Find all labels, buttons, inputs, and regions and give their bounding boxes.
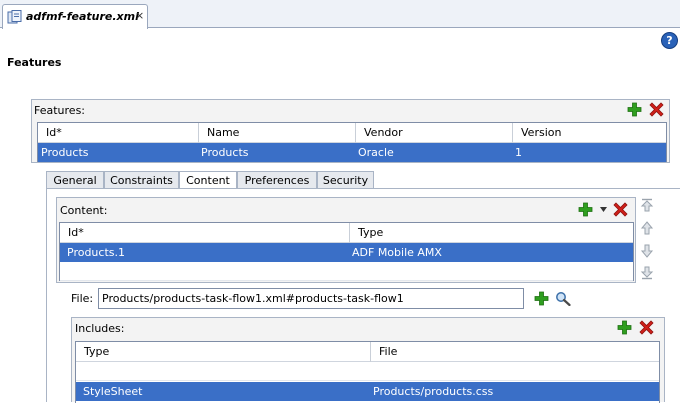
move-up-icon[interactable] [640,221,654,235]
content-label: Content: [60,204,108,217]
content-table-header: Id* Type [60,223,633,243]
move-down-icon[interactable] [640,244,654,258]
tab-preferences[interactable]: Preferences [237,171,317,189]
tab-general[interactable]: General [46,171,104,189]
editor-tab-strip: adfmf-feature.xml × [0,0,680,29]
delete-include-icon[interactable] [639,320,654,335]
feature-version-cell: 1 [515,146,522,159]
features-panel: Features: Id* Name Vendor Version Produc… [31,99,670,163]
list-item[interactable] [76,362,659,381]
tab-security[interactable]: Security [317,171,374,189]
search-icon[interactable] [555,291,571,306]
xml-file-icon [7,10,22,24]
feature-id-cell: Products [41,146,89,159]
features-col-version[interactable]: Version [513,123,668,143]
includes-table-header: Type File [76,342,659,362]
content-id-cell: Products.1 [67,246,125,259]
features-label: Features: [34,104,86,117]
file-label: File: [71,292,94,305]
feature-vendor-cell: Oracle [358,146,394,159]
close-tab-icon[interactable]: × [135,9,144,22]
delete-feature-icon[interactable] [649,102,664,117]
add-content-icon[interactable] [578,202,593,217]
content-col-id[interactable]: Id* [60,223,350,243]
add-include-icon[interactable] [617,320,632,335]
help-button[interactable]: ? [661,32,678,49]
features-col-name[interactable]: Name [199,123,356,143]
feature-name-cell: Products [201,146,249,159]
table-row[interactable]: Products Products Oracle 1 [38,143,666,162]
include-file-cell: Products/products.css [373,385,494,398]
move-top-icon[interactable] [640,198,654,212]
editor-tab-adfmf-feature[interactable]: adfmf-feature.xml × [2,4,148,29]
content-col-type[interactable]: Type [350,223,635,243]
content-panel: Content: Id* Type Products.1 ADF Mobile … [56,197,636,283]
add-file-icon[interactable] [534,291,549,306]
add-dropdown-icon[interactable] [600,207,607,212]
editor-tab-title: adfmf-feature.xml [26,10,139,23]
add-feature-icon[interactable] [627,102,642,117]
list-item[interactable] [60,262,633,281]
content-table: Id* Type Products.1 ADF Mobile AMX [59,222,634,281]
features-table-header: Id* Name Vendor Version [38,123,666,143]
includes-label: Includes: [75,322,125,335]
features-col-vendor[interactable]: Vendor [356,123,513,143]
tab-constraints[interactable]: Constraints [104,171,179,189]
features-table: Id* Name Vendor Version Products Product… [37,122,667,162]
include-type-cell: StyleSheet [83,385,143,398]
page-title: Features [7,56,62,69]
file-input[interactable] [98,288,524,309]
table-row[interactable]: Products.1 ADF Mobile AMX [60,243,633,262]
includes-col-file[interactable]: File [371,342,661,362]
includes-table: Type File StyleSheet Products/products.c… [75,341,660,403]
includes-col-type[interactable]: Type [76,342,371,362]
move-bottom-icon[interactable] [640,266,654,280]
features-col-id[interactable]: Id* [38,123,199,143]
content-type-cell: ADF Mobile AMX [352,246,442,259]
delete-content-icon[interactable] [613,202,628,217]
includes-panel: Includes: Type File StyleSheet Products/… [71,317,665,403]
table-row[interactable]: StyleSheet Products/products.css [76,382,659,401]
